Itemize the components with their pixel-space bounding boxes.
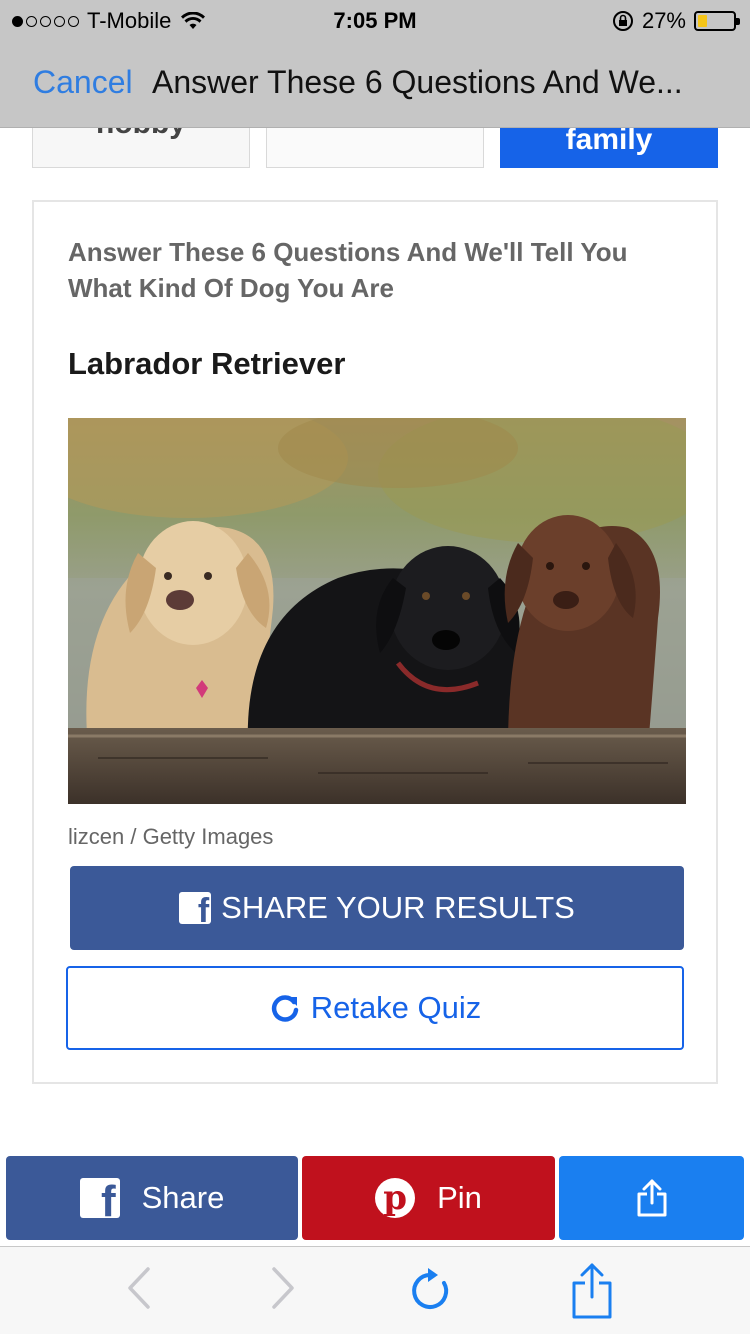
facebook-share-label: Share	[141, 1180, 225, 1215]
share-icon[interactable]	[570, 1261, 614, 1321]
status-bar: T-Mobile 7:05 PM 27%	[0, 0, 750, 40]
battery-icon	[694, 11, 740, 31]
rotation-lock-icon	[612, 11, 633, 31]
page-title: Answer These 6 Questions And We...	[152, 64, 683, 100]
back-icon[interactable]	[124, 1263, 154, 1313]
more-share-button[interactable]	[559, 1156, 744, 1240]
share-results-label: SHARE YOUR RESULTS	[221, 890, 575, 925]
cancel-button[interactable]: Cancel	[33, 64, 133, 101]
browser-toolbar	[0, 1246, 750, 1334]
photo-credit: lizcen / Getty Images	[68, 824, 274, 849]
retake-quiz-label: Retake Quiz	[310, 990, 482, 1025]
reload-icon[interactable]	[408, 1267, 452, 1313]
retake-quiz-button[interactable]: Retake Quiz	[66, 966, 684, 1050]
three-labrador-retrievers-photo	[68, 418, 686, 804]
battery-fill	[698, 15, 707, 27]
facebook-icon: f	[179, 892, 212, 924]
nav-bar: Cancel Answer These 6 Questions And We..…	[0, 40, 750, 128]
facebook-icon: f	[79, 1178, 120, 1218]
share-icon	[637, 1179, 666, 1217]
forward-icon[interactable]	[268, 1263, 298, 1313]
result-name: Labrador Retriever	[68, 346, 346, 381]
pinterest-pin-button[interactable]: p Pin	[302, 1156, 555, 1240]
status-right: 27%	[612, 8, 740, 34]
share-results-button[interactable]: f SHARE YOUR RESULTS	[70, 866, 684, 950]
battery-percent: 27%	[641, 8, 686, 33]
pinterest-icon: p	[375, 1178, 416, 1218]
result-card: Answer These 6 Questions And We'll Tell …	[32, 200, 718, 1084]
facebook-share-button[interactable]: f Share	[6, 1156, 298, 1240]
answer-option-label: family	[565, 123, 653, 156]
refresh-icon	[271, 995, 298, 1022]
quiz-title: Answer These 6 Questions And We'll Tell …	[68, 237, 628, 303]
pinterest-pin-label: Pin	[437, 1180, 482, 1215]
